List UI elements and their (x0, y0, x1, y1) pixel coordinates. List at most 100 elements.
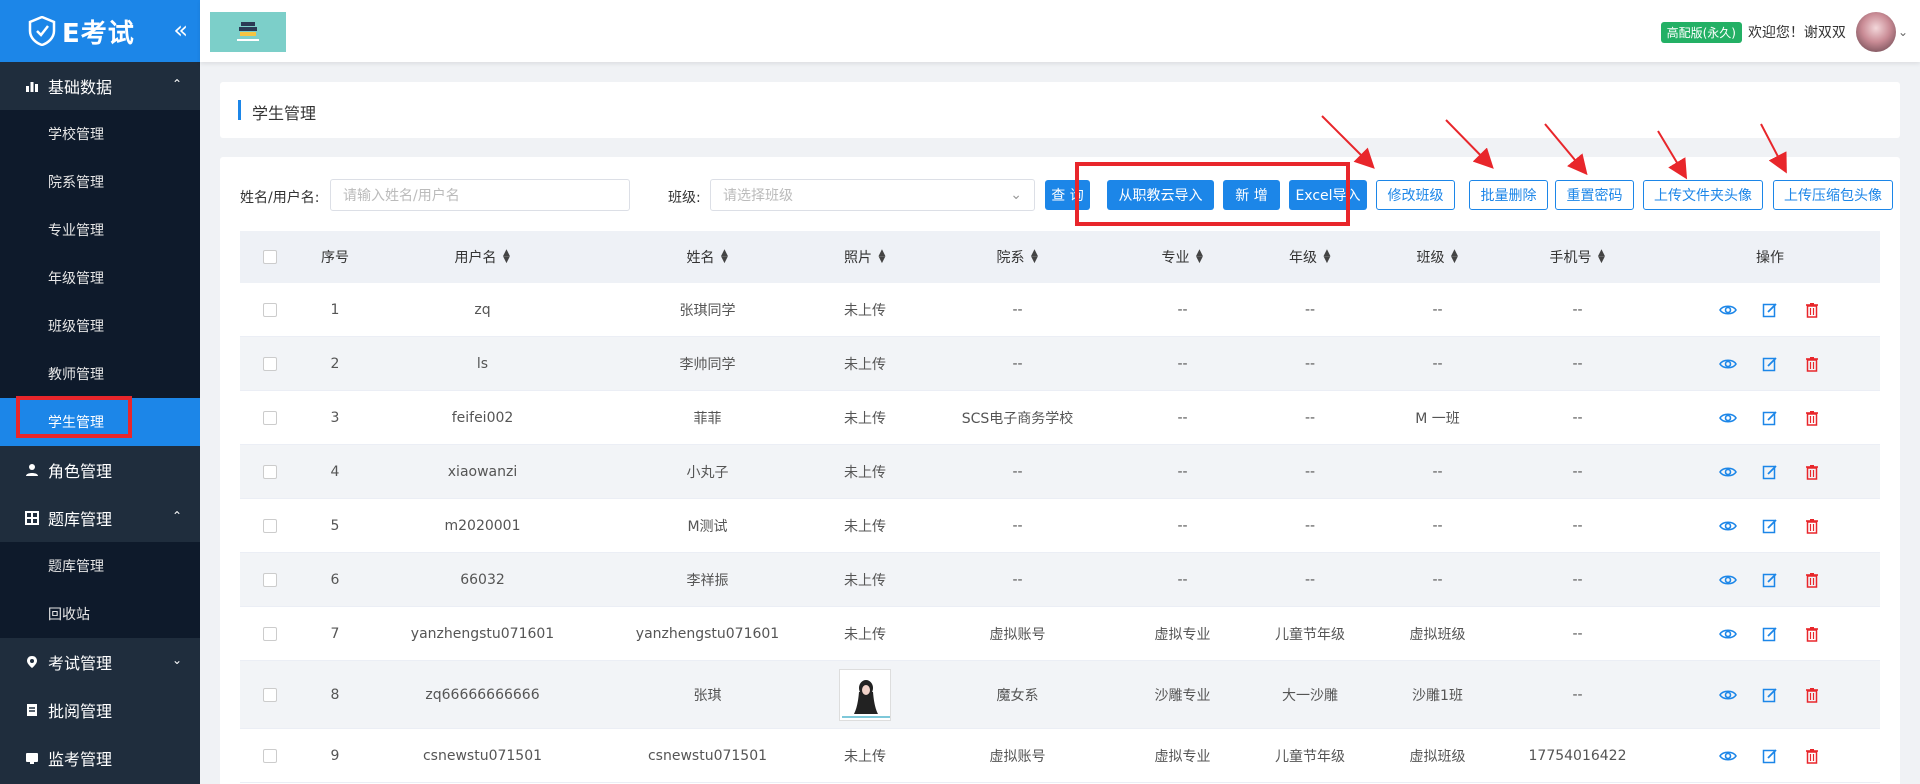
col-phone[interactable]: 手机号 ▲ ▼ (1495, 247, 1660, 267)
select-all-checkbox[interactable] (263, 250, 277, 264)
delete-trash-icon[interactable] (1802, 354, 1822, 374)
view-eye-icon[interactable] (1718, 624, 1738, 644)
view-eye-icon[interactable] (1718, 685, 1738, 705)
menu-group-basic-data[interactable]: 基础数据 ⌃ (0, 62, 200, 110)
row-checkbox[interactable] (263, 572, 277, 587)
delete-trash-icon[interactable] (1802, 746, 1822, 766)
sidebar-item-department[interactable]: 院系管理 (0, 158, 200, 206)
col-photo[interactable]: 照片 ▲ ▼ (820, 247, 910, 267)
sidebar-item-recycle-bin[interactable]: 回收站 (0, 590, 200, 638)
edit-icon[interactable] (1760, 516, 1780, 536)
cell-major: 虚拟专业 (1154, 626, 1211, 643)
table-row[interactable]: 8 zq66666666666 张琪 魔女系 沙雕专业 大一沙雕 沙雕1班 -- (240, 661, 1880, 729)
edit-icon[interactable] (1760, 685, 1780, 705)
sidebar-item-teacher[interactable]: 教师管理 (0, 350, 200, 398)
cell-major: 虚拟专业 (1154, 748, 1211, 765)
col-grade[interactable]: 年级 ▲ ▼ (1240, 247, 1380, 267)
row-checkbox[interactable] (263, 356, 277, 371)
sort-icon[interactable]: ▲ ▼ (1196, 249, 1204, 265)
table-row[interactable]: 5 m2020001 M测试 未上传 -- -- -- -- -- (240, 499, 1880, 553)
sidebar-item-question-bank[interactable]: 题库管理 (0, 542, 200, 590)
sidebar-item-major[interactable]: 专业管理 (0, 206, 200, 254)
row-checkbox[interactable] (263, 626, 277, 641)
col-major[interactable]: 专业 ▲ ▼ (1125, 247, 1240, 267)
col-class[interactable]: 班级 ▲ ▼ (1380, 247, 1495, 267)
edit-icon[interactable] (1760, 570, 1780, 590)
view-eye-icon[interactable] (1718, 300, 1738, 320)
col-dept[interactable]: 院系 ▲ ▼ (910, 247, 1125, 267)
sidebar-item-class[interactable]: 班级管理 (0, 302, 200, 350)
menu-group-role[interactable]: 角色管理 (0, 446, 200, 494)
edit-icon[interactable] (1760, 624, 1780, 644)
cell-no: 9 (330, 747, 340, 764)
cell-actions (1660, 570, 1880, 590)
edit-icon[interactable] (1760, 408, 1780, 428)
double-chevron-left-icon[interactable]: « (173, 16, 188, 44)
delete-trash-icon[interactable] (1802, 408, 1822, 428)
edit-icon[interactable] (1760, 354, 1780, 374)
table-row[interactable]: 7 yanzhengstu071601 yanzhengstu071601 未上传 虚拟… (240, 607, 1880, 661)
delete-trash-icon[interactable] (1802, 570, 1822, 590)
sort-icon[interactable]: ▲ ▼ (1451, 249, 1459, 265)
menu-group-exam[interactable]: 考试管理 ⌄ (0, 638, 200, 686)
chevron-down-icon[interactable]: ⌄ (1898, 25, 1908, 39)
class-select[interactable]: 请选择班级 ⌄ (710, 179, 1035, 211)
table-row[interactable]: 1 zq 张琪同学 未上传 -- -- -- -- -- (240, 283, 1880, 337)
reset-password-button[interactable]: 重置密码 (1555, 180, 1634, 210)
sort-icon[interactable]: ▲ ▼ (1323, 249, 1331, 265)
col-username[interactable]: 用户名 ▲ ▼ (370, 247, 595, 267)
sort-icon[interactable]: ▲ ▼ (503, 249, 511, 265)
view-eye-icon[interactable] (1718, 408, 1738, 428)
sidebar-item-school[interactable]: 学校管理 (0, 110, 200, 158)
name-search-input[interactable]: 请输入姓名/用户名 (330, 179, 630, 211)
edit-icon[interactable] (1760, 300, 1780, 320)
table-row[interactable]: 3 feifei002 菲菲 未上传 SCS电子商务学校 -- -- M 一班 -- (240, 391, 1880, 445)
cell-dept: 虚拟账号 (989, 626, 1046, 643)
menu-group-proctor[interactable]: 监考管理 (0, 734, 200, 782)
delete-trash-icon[interactable] (1802, 516, 1822, 536)
batch-delete-button[interactable]: 批量删除 (1469, 180, 1548, 210)
menu-group-question-bank[interactable]: 题库管理 ⌃ (0, 494, 200, 542)
edit-icon[interactable] (1760, 462, 1780, 482)
delete-trash-icon[interactable] (1802, 685, 1822, 705)
upload-zip-avatar-button[interactable]: 上传压缩包头像 (1773, 180, 1893, 210)
delete-trash-icon[interactable] (1802, 462, 1822, 482)
upload-folder-avatar-button[interactable]: 上传文件夹头像 (1643, 180, 1763, 210)
table-row[interactable]: 9 csnewstu071501 csnewstu071501 未上传 虚拟账号 虚拟专业… (240, 729, 1880, 783)
row-checkbox[interactable] (263, 518, 277, 533)
table-row[interactable]: 4 xiaowanzi 小丸子 未上传 -- -- -- -- -- (240, 445, 1880, 499)
view-eye-icon[interactable] (1718, 354, 1738, 374)
delete-trash-icon[interactable] (1802, 300, 1822, 320)
sidebar-item-grade[interactable]: 年级管理 (0, 254, 200, 302)
edit-icon[interactable] (1760, 746, 1780, 766)
sort-icon[interactable]: ▲ ▼ (1031, 249, 1039, 265)
menu-group-review[interactable]: 批阅管理 (0, 686, 200, 734)
row-select (240, 356, 300, 371)
col-name-label: 姓名 (686, 250, 715, 266)
row-checkbox[interactable] (263, 410, 277, 425)
cell-username: yanzhengstu071601 (410, 625, 555, 642)
row-checkbox[interactable] (263, 464, 277, 479)
view-eye-icon[interactable] (1718, 462, 1738, 482)
cell-no: 8 (330, 686, 340, 703)
change-class-button[interactable]: 修改班级 (1376, 180, 1455, 210)
user-area: 高配版(永久) 欢迎您！谢双双 ⌄ (1660, 12, 1908, 52)
row-checkbox[interactable] (263, 748, 277, 763)
sort-icon[interactable]: ▲ ▼ (721, 249, 729, 265)
sort-icon[interactable]: ▲ ▼ (878, 249, 886, 265)
view-eye-icon[interactable] (1718, 746, 1738, 766)
row-checkbox[interactable] (263, 302, 277, 317)
delete-trash-icon[interactable] (1802, 624, 1822, 644)
sort-icon[interactable]: ▲ ▼ (1598, 249, 1606, 265)
view-eye-icon[interactable] (1718, 570, 1738, 590)
row-checkbox[interactable] (263, 687, 277, 702)
cell-dept: 虚拟账号 (989, 748, 1046, 765)
table-row[interactable]: 2 ls 李帅同学 未上传 -- -- -- -- -- (240, 337, 1880, 391)
cell-phone: -- (1572, 686, 1583, 703)
table-row[interactable]: 6 66032 李祥振 未上传 -- -- -- -- -- (240, 553, 1880, 607)
col-name[interactable]: 姓名 ▲ ▼ (595, 247, 820, 267)
brand-logo[interactable]: E考试 « (0, 0, 200, 62)
thumbnail-icon[interactable] (210, 12, 286, 52)
avatar[interactable] (1855, 12, 1896, 52)
view-eye-icon[interactable] (1718, 516, 1738, 536)
